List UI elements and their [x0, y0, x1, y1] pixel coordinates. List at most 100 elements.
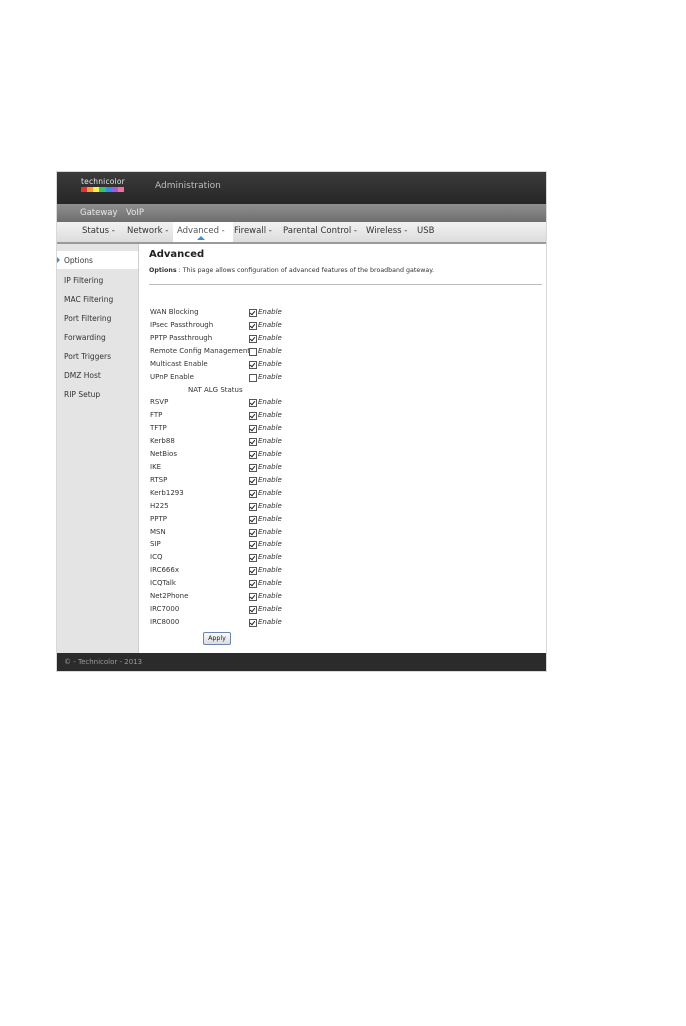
option-row-remote-config-management: Remote Config Management Enable [150, 347, 290, 359]
sidebar-item-ip-filtering[interactable]: IP Filtering [64, 276, 103, 285]
technicolor-logo-text: technicolor [81, 177, 125, 186]
tab-wireless[interactable]: Wireless - [366, 226, 407, 236]
option-label: NetBios [150, 449, 177, 458]
sidebar-item-dmz-host[interactable]: DMZ Host [64, 371, 101, 380]
enable-checkbox[interactable] [249, 309, 257, 317]
option-label: SIP [150, 540, 161, 549]
enable-label: Enable [258, 308, 282, 316]
enable-checkbox[interactable] [249, 515, 257, 524]
option-row-pptp: PPTP Enable [150, 515, 290, 527]
apply-button[interactable]: Apply [203, 632, 231, 645]
enable-label: Enable [258, 373, 282, 381]
option-label: Multicast Enable [150, 360, 208, 368]
option-label: PPTP Passthrough [150, 334, 213, 342]
enable-checkbox[interactable] [249, 463, 257, 472]
sidebar-item-port-triggers[interactable]: Port Triggers [64, 352, 111, 361]
sidebar-item-forwarding[interactable]: Forwarding [64, 333, 106, 342]
enable-checkbox[interactable] [249, 361, 257, 369]
sub-navigation: Gateway VoIP [57, 204, 546, 222]
enable-checkbox[interactable] [249, 450, 257, 459]
option-row-rtsp: RTSP Enable [150, 476, 290, 488]
enable-checkbox[interactable] [249, 437, 257, 446]
router-admin-window: technicolor Administration Gateway VoIP … [57, 172, 546, 671]
enable-checkbox[interactable] [249, 399, 257, 407]
option-row-ftp: FTP Enable [150, 411, 290, 423]
enable-checkbox[interactable] [249, 335, 257, 343]
enable-checkbox[interactable] [249, 593, 257, 602]
enable-label: Enable [258, 423, 282, 432]
option-row-irc7000: IRC7000 Enable [150, 605, 290, 617]
sidebar-item-mac-filtering[interactable]: MAC Filtering [64, 295, 113, 304]
enable-checkbox[interactable] [249, 348, 257, 356]
tab-advanced[interactable]: Advanced - [177, 226, 225, 236]
subnav-voip[interactable]: VoIP [126, 208, 144, 218]
enable-label: Enable [258, 360, 282, 368]
enable-label: Enable [258, 410, 282, 419]
sidebar-item-port-filtering[interactable]: Port Filtering [64, 314, 111, 323]
option-row-ike: IKE Enable [150, 463, 290, 475]
option-label: H225 [150, 501, 169, 510]
option-row-upnp-enable: UPnP Enable Enable [150, 373, 290, 385]
logo-color-segment [117, 187, 124, 192]
enable-label: Enable [258, 501, 282, 510]
description-text: This page allows configuration of advanc… [182, 267, 435, 274]
enable-label: Enable [258, 334, 282, 342]
enable-label: Enable [258, 618, 282, 627]
enable-label: Enable [258, 449, 282, 458]
enable-label: Enable [258, 347, 282, 355]
option-row-msn: MSN Enable [150, 528, 290, 540]
sidebar-item-rip-setup[interactable]: RIP Setup [64, 390, 100, 399]
enable-checkbox[interactable] [249, 619, 257, 628]
enable-label: Enable [258, 566, 282, 575]
technicolor-logo-icon [81, 187, 124, 192]
enable-label: Enable [258, 321, 282, 329]
option-label: PPTP [150, 514, 167, 523]
nat-alg-status-heading: NAT ALG Status [188, 386, 243, 394]
sidebar-item-options[interactable]: Options [64, 256, 93, 265]
tab-firewall[interactable]: Firewall - [234, 226, 272, 236]
footer: © - Technicolor - 2013 [57, 653, 546, 671]
option-label: IKE [150, 462, 162, 471]
admin-title: Administration [155, 181, 221, 191]
enable-checkbox[interactable] [249, 489, 257, 498]
option-row-irc666x: IRC666x Enable [150, 566, 290, 578]
enable-checkbox[interactable] [249, 374, 257, 382]
enable-checkbox[interactable] [249, 541, 257, 550]
enable-checkbox[interactable] [249, 476, 257, 485]
enable-checkbox[interactable] [249, 322, 257, 330]
enable-label: Enable [258, 398, 282, 406]
option-label: ICQ [150, 553, 163, 562]
tab-parental-control[interactable]: Parental Control - [283, 226, 357, 236]
option-label: WAN Blocking [150, 308, 199, 316]
enable-checkbox[interactable] [249, 567, 257, 576]
enable-checkbox[interactable] [249, 502, 257, 511]
option-label: Remote Config Management [150, 347, 251, 355]
enable-checkbox[interactable] [249, 606, 257, 615]
enable-checkbox[interactable] [249, 424, 257, 433]
option-row-net2phone: Net2Phone Enable [150, 592, 290, 604]
option-label: IPsec Passthrough [150, 321, 214, 329]
option-label: MSN [150, 527, 166, 536]
enable-checkbox[interactable] [249, 554, 257, 563]
divider [149, 284, 542, 285]
tab-network[interactable]: Network - [127, 226, 168, 236]
option-label: Kerb1293 [150, 488, 184, 497]
option-row-tftp: TFTP Enable [150, 424, 290, 436]
enable-label: Enable [258, 540, 282, 549]
option-row-sip: SIP Enable [150, 540, 290, 552]
sidebar-arrow-icon [57, 257, 60, 263]
tab-status[interactable]: Status - [82, 226, 115, 236]
enable-label: Enable [258, 488, 282, 497]
enable-checkbox[interactable] [249, 528, 257, 537]
option-row-icq: ICQ Enable [150, 553, 290, 565]
enable-label: Enable [258, 592, 282, 601]
tab-usb[interactable]: USB [417, 226, 434, 236]
option-row-kerb88: Kerb88 Enable [150, 437, 290, 449]
active-tab-arrow-icon [197, 236, 205, 240]
enable-checkbox[interactable] [249, 580, 257, 589]
subnav-gateway[interactable]: Gateway [80, 208, 118, 218]
description-label: Options [149, 267, 177, 274]
enable-checkbox[interactable] [249, 411, 257, 420]
enable-label: Enable [258, 462, 282, 471]
option-label: RSVP [150, 398, 169, 406]
